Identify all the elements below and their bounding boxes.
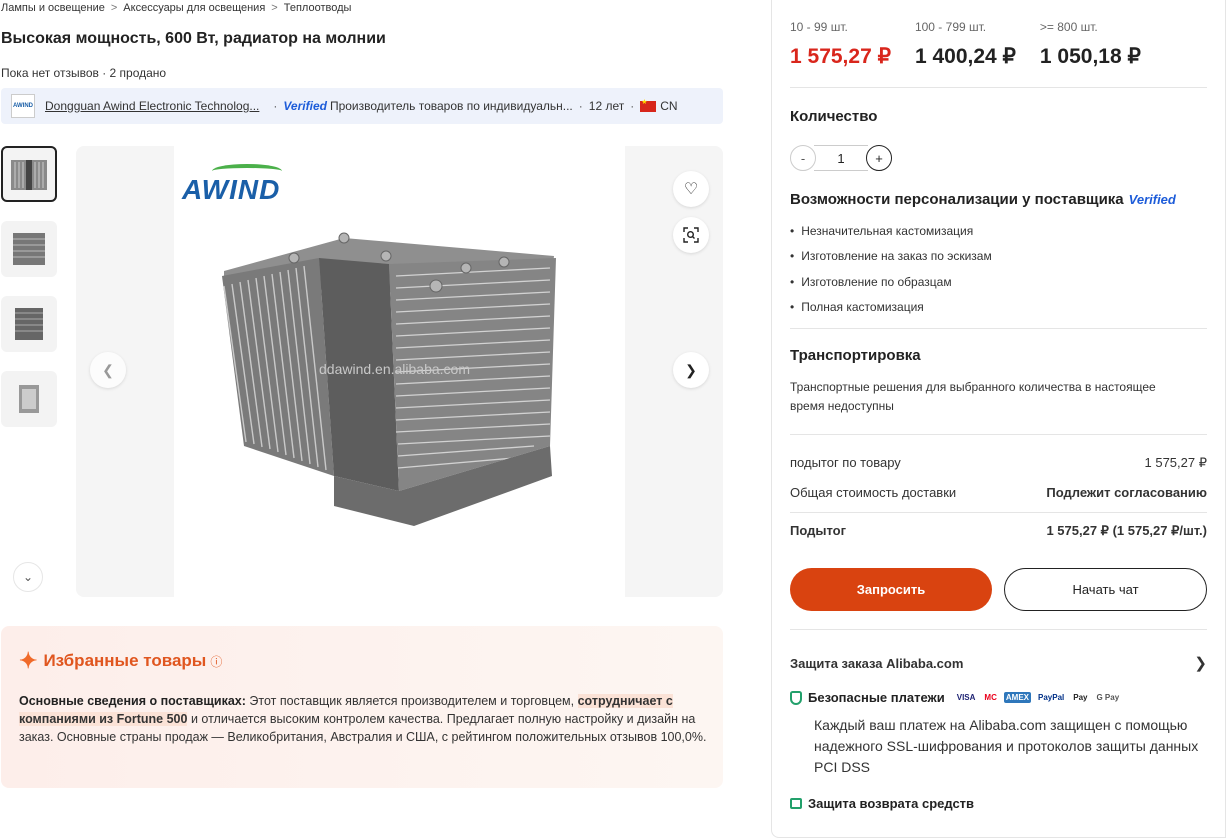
payment-methods: VISA MC AMEX PayPal Pay G Pay bbox=[955, 692, 1121, 703]
start-chat-button[interactable]: Начать чат bbox=[1004, 568, 1207, 611]
secure-payments-row: Безопасные платежи VISA MC AMEX PayPal P… bbox=[790, 690, 1207, 705]
main-product-image[interactable]: AWIND ddawind.en.alibaba.com bbox=[174, 146, 625, 597]
refund-icon bbox=[790, 798, 802, 809]
thumbnail-4[interactable] bbox=[1, 371, 57, 427]
chevron-right-icon: ❯ bbox=[685, 361, 697, 378]
ai-summary-box: ✦ Избранные товары ⓘ Основные сведения о… bbox=[1, 626, 723, 788]
image-search-icon bbox=[683, 227, 699, 243]
reviews-summary: Пока нет отзывов · 2 продано bbox=[1, 66, 167, 80]
thumbnails-scroll-down-button[interactable]: ⌄ bbox=[13, 562, 43, 592]
divider bbox=[790, 434, 1207, 435]
heatsink-thumbnail-image bbox=[15, 308, 43, 340]
supplier-logo[interactable]: AWIND bbox=[11, 94, 35, 118]
product-title: Высокая мощность, 600 Вт, радиатор на мо… bbox=[1, 30, 386, 47]
ai-sparkle-icon: ✦ bbox=[19, 648, 38, 673]
subtotal-row: Подытог 1 575,27 ₽ (1 575,27 ₽/шт.) bbox=[790, 523, 1207, 538]
item-subtotal-row: подытог по товару 1 575,27 ₽ bbox=[790, 455, 1207, 470]
chevron-down-icon: ⌄ bbox=[22, 570, 34, 584]
next-image-button[interactable]: ❯ bbox=[673, 352, 709, 388]
quantity-increase-button[interactable]: + bbox=[866, 145, 892, 171]
list-item: Изготовление по образцам bbox=[790, 269, 1207, 295]
breadcrumb: Лампы и освещение > Аксессуары для освещ… bbox=[1, 2, 351, 14]
customization-title: Возможности персонализации у поставщика … bbox=[790, 191, 1176, 208]
list-item: Изготовление на заказ по эскизам bbox=[790, 244, 1207, 270]
list-item: Незначительная кастомизация bbox=[790, 218, 1207, 244]
image-search-button[interactable] bbox=[673, 217, 709, 253]
heatsink-thumbnail-image bbox=[13, 233, 45, 265]
customization-list: Незначительная кастомизация Изготовление… bbox=[790, 218, 1207, 320]
price-tiers: 10 - 99 шт. 1 575,27 ₽ 100 - 799 шт. 1 4… bbox=[790, 20, 1207, 69]
secure-payments-title: Безопасные платежи bbox=[808, 690, 945, 705]
supplier-type: Производитель товаров по индивидуальн... bbox=[329, 99, 573, 113]
apple-pay-icon: Pay bbox=[1073, 693, 1088, 702]
list-item: Полная кастомизация bbox=[790, 295, 1207, 321]
breadcrumb-item-lamps[interactable]: Лампы и освещение bbox=[1, 2, 105, 14]
secure-payments-text: Каждый ваш платеж на Alibaba.com защищен… bbox=[814, 717, 1199, 775]
previous-image-button[interactable]: ❮ bbox=[90, 352, 126, 388]
quantity-stepper: - 1 + bbox=[790, 145, 1207, 171]
product-gallery: AWIND ddawind.en.alibaba.com ❮ ❯ ♡ bbox=[76, 146, 723, 597]
divider bbox=[790, 629, 1207, 630]
breadcrumb-item-accessories[interactable]: Аксессуары для освещения bbox=[123, 2, 265, 14]
supplier-bar: AWIND Dongguan Awind Electronic Technolo… bbox=[1, 88, 723, 124]
heatsink-thumbnail-image bbox=[19, 385, 39, 413]
favorite-button[interactable]: ♡ bbox=[673, 171, 709, 207]
chevron-right-icon: > bbox=[110, 2, 118, 14]
quantity-input[interactable]: 1 bbox=[814, 145, 868, 171]
thumbnail-list bbox=[1, 146, 59, 446]
page: Лампы и освещение > Аксессуары для освещ… bbox=[0, 0, 1226, 838]
shipping-title: Транспортировка bbox=[790, 347, 921, 364]
price-tier: >= 800 шт. 1 050,18 ₽ bbox=[1039, 20, 1141, 68]
ai-summary-text: Основные сведения о поставщиках: Этот по… bbox=[19, 694, 707, 744]
heart-icon: ♡ bbox=[683, 181, 699, 198]
supplier-years: 12 лет bbox=[588, 99, 625, 113]
supplier-country: CN bbox=[660, 99, 678, 113]
inquire-button[interactable]: Запросить bbox=[790, 568, 992, 611]
amex-icon: AMEX bbox=[1003, 692, 1031, 703]
ai-summary-title: ✦ Избранные товары ⓘ bbox=[19, 648, 223, 673]
info-icon[interactable]: ⓘ bbox=[210, 653, 222, 670]
order-panel: 10 - 99 шт. 1 575,27 ₽ 100 - 799 шт. 1 4… bbox=[771, 0, 1226, 838]
quantity-decrease-button[interactable]: - bbox=[790, 145, 816, 171]
shield-check-icon bbox=[790, 690, 802, 705]
google-pay-icon: G Pay bbox=[1096, 693, 1120, 702]
mastercard-icon: MC bbox=[984, 693, 997, 702]
thumbnail-3[interactable] bbox=[1, 296, 57, 352]
china-flag-icon bbox=[640, 98, 657, 112]
chevron-right-icon: > bbox=[271, 2, 278, 14]
order-protection-title: Защита заказа Alibaba.com bbox=[790, 655, 964, 671]
shipping-cost-row: Общая стоимость доставки Подлежит соглас… bbox=[790, 485, 1207, 500]
refund-protection-title: Защита возврата средств bbox=[808, 796, 975, 811]
shipping-text: Транспортные решения для выбранного коли… bbox=[790, 380, 1156, 413]
quantity-title: Количество bbox=[790, 108, 878, 125]
action-buttons: Запросить Начать чат bbox=[790, 568, 1207, 611]
thumbnail-2[interactable] bbox=[1, 221, 57, 277]
chevron-right-icon: ❯ bbox=[1194, 655, 1207, 672]
divider bbox=[790, 87, 1207, 88]
thumbnail-1[interactable] bbox=[1, 146, 57, 202]
paypal-icon: PayPal bbox=[1038, 693, 1065, 702]
divider bbox=[790, 328, 1207, 329]
price-tier: 100 - 799 шт. 1 400,24 ₽ bbox=[914, 20, 1016, 68]
visa-icon: VISA bbox=[956, 693, 976, 702]
watermark: ddawind.en.alibaba.com bbox=[319, 361, 470, 377]
price-tier: 10 - 99 шт. 1 575,27 ₽ bbox=[790, 20, 891, 68]
order-protection-row[interactable]: Защита заказа Alibaba.com ❯ bbox=[790, 654, 1207, 672]
heatsink-thumbnail-image bbox=[11, 160, 47, 190]
breadcrumb-item-heatsinks[interactable]: Теплоотводы bbox=[284, 2, 352, 14]
verified-badge: Verified bbox=[1128, 192, 1176, 207]
supplier-name-link[interactable]: Dongguan Awind Electronic Technolog... bbox=[45, 99, 259, 113]
verified-badge: Verified bbox=[283, 99, 327, 113]
chevron-left-icon: ❮ bbox=[102, 361, 114, 378]
divider bbox=[790, 512, 1207, 513]
refund-protection-row: Защита возврата средств bbox=[790, 796, 1207, 811]
